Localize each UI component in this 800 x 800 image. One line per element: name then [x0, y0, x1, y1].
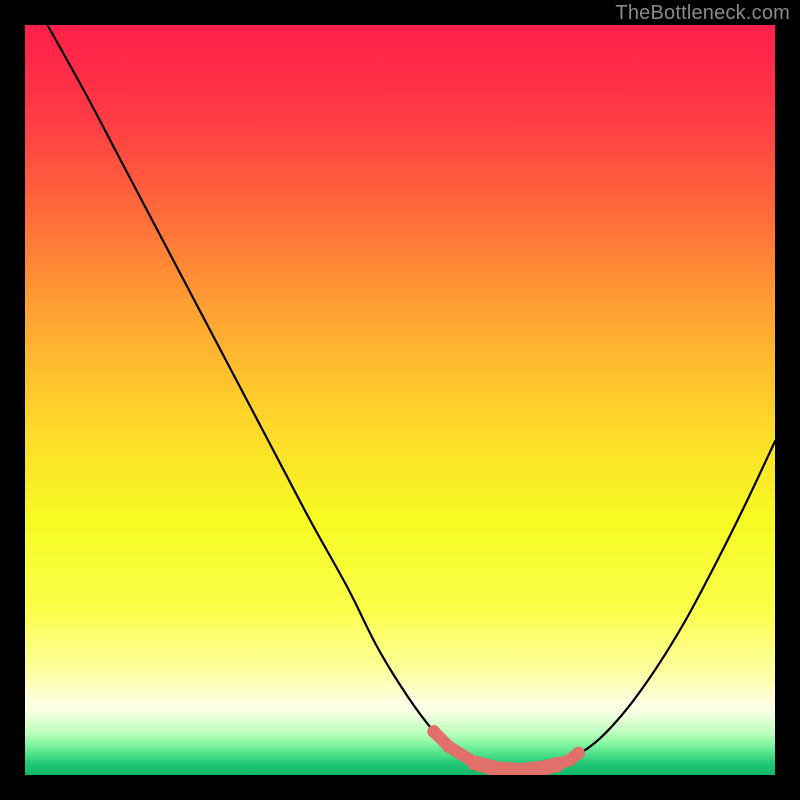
attribution-label: TheBottleneck.com: [615, 2, 790, 25]
sweet-spot-dot: [442, 740, 455, 753]
sweet-spot-dot: [572, 747, 585, 760]
sweet-spot-dot: [468, 756, 483, 771]
sweet-spot-dot: [427, 725, 440, 738]
chart-stage: TheBottleneck.com: [0, 0, 800, 800]
bottleneck-chart: [25, 25, 775, 775]
sweet-spot-dot: [550, 757, 565, 772]
gradient-background: [25, 25, 775, 775]
